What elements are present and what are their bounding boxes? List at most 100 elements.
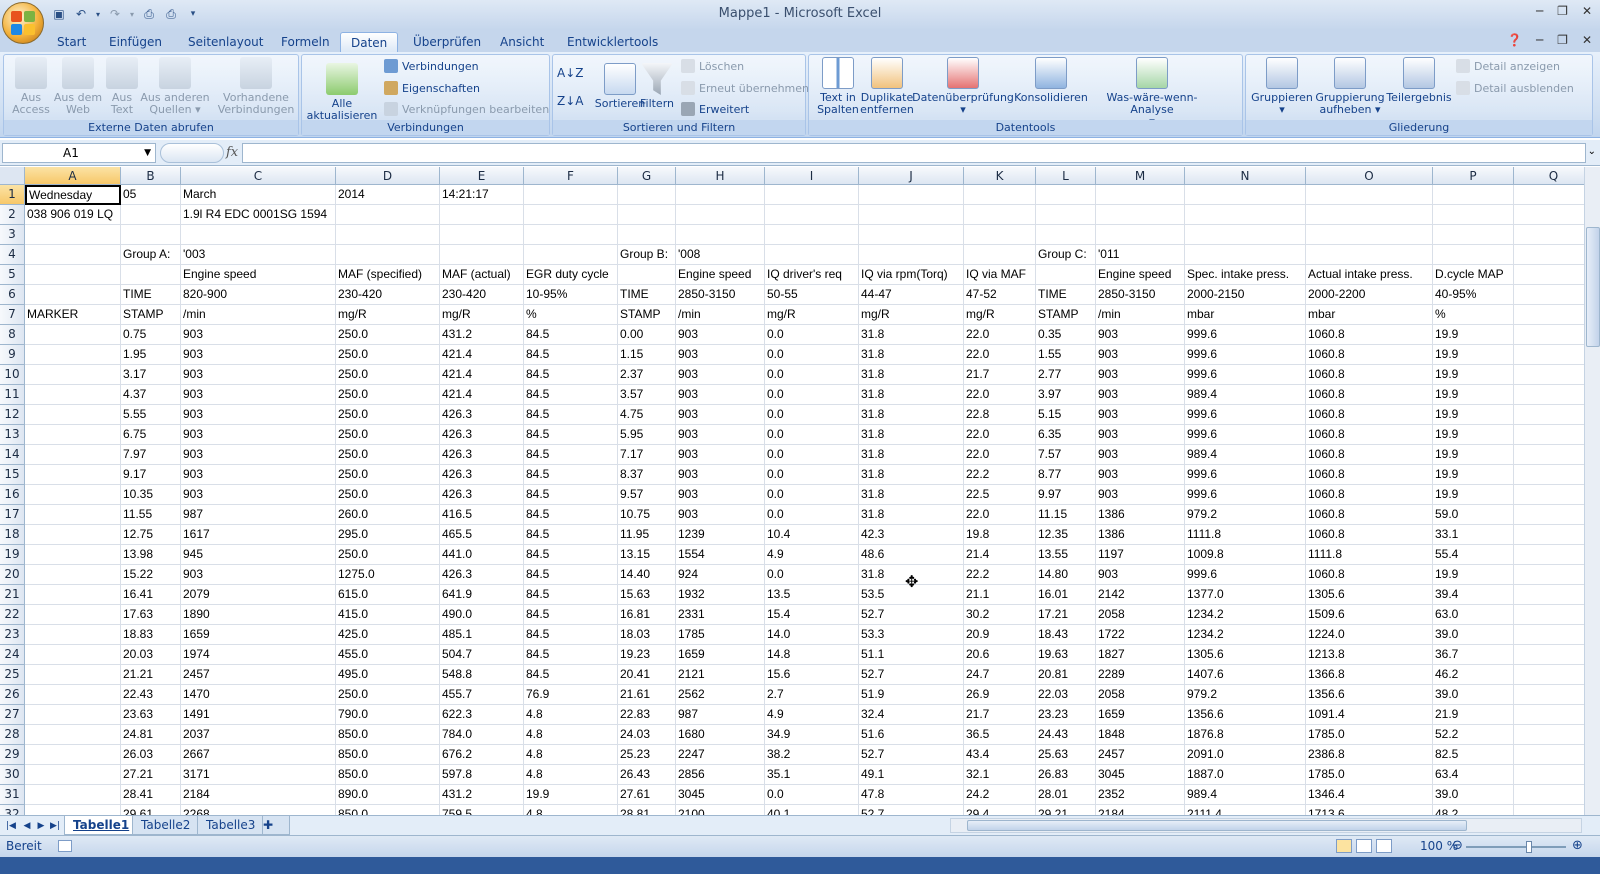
cell-f15[interactable]: 84.5: [524, 465, 618, 485]
cell-g2[interactable]: [618, 205, 676, 225]
cell-f9[interactable]: 84.5: [524, 345, 618, 365]
cell-q22[interactable]: [1514, 605, 1584, 625]
cell-b29[interactable]: 26.03: [121, 745, 181, 765]
cell-e17[interactable]: 416.5: [440, 505, 524, 525]
cell-g3[interactable]: [618, 225, 676, 245]
cell-c4[interactable]: '003: [181, 245, 336, 265]
cell-p30[interactable]: 63.4: [1433, 765, 1514, 785]
cell-h4[interactable]: '008: [676, 245, 765, 265]
cell-b11[interactable]: 4.37: [121, 385, 181, 405]
column-header-c[interactable]: C: [181, 167, 336, 185]
cell-b2[interactable]: [121, 205, 181, 225]
cell-g7[interactable]: STAMP: [618, 305, 676, 325]
cell-a3[interactable]: [25, 225, 121, 245]
cell-o22[interactable]: 1509.6: [1306, 605, 1433, 625]
cell-g23[interactable]: 18.03: [618, 625, 676, 645]
cell-d15[interactable]: 250.0: [336, 465, 440, 485]
cell-c2[interactable]: 1.9l R4 EDC 0001SG 1594: [181, 205, 336, 225]
cell-e28[interactable]: 784.0: [440, 725, 524, 745]
cell-q9[interactable]: [1514, 345, 1584, 365]
cell-h28[interactable]: 1680: [676, 725, 765, 745]
tab-start[interactable]: Start: [47, 32, 96, 52]
cell-i20[interactable]: 0.0: [765, 565, 859, 585]
cell-e21[interactable]: 641.9: [440, 585, 524, 605]
cell-p29[interactable]: 82.5: [1433, 745, 1514, 765]
cell-b1[interactable]: 05: [121, 185, 181, 205]
column-header-e[interactable]: E: [440, 167, 524, 185]
cell-g4[interactable]: Group B:: [618, 245, 676, 265]
cell-c15[interactable]: 903: [181, 465, 336, 485]
cell-l27[interactable]: 23.23: [1036, 705, 1096, 725]
formula-input[interactable]: [242, 143, 1586, 163]
cell-q13[interactable]: [1514, 425, 1584, 445]
cell-j18[interactable]: 42.3: [859, 525, 964, 545]
cell-q16[interactable]: [1514, 485, 1584, 505]
vertical-scrollbar[interactable]: [1584, 167, 1600, 815]
cell-d17[interactable]: 260.0: [336, 505, 440, 525]
name-box[interactable]: A1 ▼: [2, 143, 156, 163]
cell-g9[interactable]: 1.15: [618, 345, 676, 365]
cell-m23[interactable]: 1722: [1096, 625, 1185, 645]
cell-f10[interactable]: 84.5: [524, 365, 618, 385]
cell-c19[interactable]: 945: [181, 545, 336, 565]
cell-n6[interactable]: 2000-2150: [1185, 285, 1306, 305]
cell-k25[interactable]: 24.7: [964, 665, 1036, 685]
cell-d23[interactable]: 425.0: [336, 625, 440, 645]
cell-i6[interactable]: 50-55: [765, 285, 859, 305]
cell-g20[interactable]: 14.40: [618, 565, 676, 585]
cell-l19[interactable]: 13.55: [1036, 545, 1096, 565]
cell-h17[interactable]: 903: [676, 505, 765, 525]
cell-h22[interactable]: 2331: [676, 605, 765, 625]
cell-d11[interactable]: 250.0: [336, 385, 440, 405]
cell-h7[interactable]: /min: [676, 305, 765, 325]
cell-l15[interactable]: 8.77: [1036, 465, 1096, 485]
cell-l17[interactable]: 11.15: [1036, 505, 1096, 525]
cell-p1[interactable]: [1433, 185, 1514, 205]
cell-b19[interactable]: 13.98: [121, 545, 181, 565]
cell-a1[interactable]: Wednesday: [25, 185, 121, 205]
cell-q7[interactable]: [1514, 305, 1584, 325]
cell-l21[interactable]: 16.01: [1036, 585, 1096, 605]
cell-l29[interactable]: 25.63: [1036, 745, 1096, 765]
cell-l13[interactable]: 6.35: [1036, 425, 1096, 445]
remove-duplicates-button[interactable]: Duplikate entfernen: [859, 57, 915, 116]
cell-a22[interactable]: [25, 605, 121, 625]
cell-i22[interactable]: 15.4: [765, 605, 859, 625]
cell-g17[interactable]: 10.75: [618, 505, 676, 525]
cell-d18[interactable]: 295.0: [336, 525, 440, 545]
cell-d24[interactable]: 455.0: [336, 645, 440, 665]
cell-p27[interactable]: 21.9: [1433, 705, 1514, 725]
cell-l2[interactable]: [1036, 205, 1096, 225]
cell-b27[interactable]: 23.63: [121, 705, 181, 725]
vertical-scroll-thumb[interactable]: [1586, 227, 1600, 347]
cell-n21[interactable]: 1377.0: [1185, 585, 1306, 605]
cell-g11[interactable]: 3.57: [618, 385, 676, 405]
cell-c31[interactable]: 2184: [181, 785, 336, 805]
cell-a18[interactable]: [25, 525, 121, 545]
cell-c13[interactable]: 903: [181, 425, 336, 445]
cell-n1[interactable]: [1185, 185, 1306, 205]
cell-d25[interactable]: 495.0: [336, 665, 440, 685]
cell-f18[interactable]: 84.5: [524, 525, 618, 545]
cell-p32[interactable]: 48.2: [1433, 805, 1514, 815]
name-box-dropdown-icon[interactable]: ▼: [144, 144, 151, 162]
cell-g1[interactable]: [618, 185, 676, 205]
cell-d19[interactable]: 250.0: [336, 545, 440, 565]
cell-b17[interactable]: 11.55: [121, 505, 181, 525]
cell-n17[interactable]: 979.2: [1185, 505, 1306, 525]
cell-b32[interactable]: 29.61: [121, 805, 181, 815]
cell-d20[interactable]: 1275.0: [336, 565, 440, 585]
cell-g31[interactable]: 27.61: [618, 785, 676, 805]
cell-k29[interactable]: 43.4: [964, 745, 1036, 765]
cell-c21[interactable]: 2079: [181, 585, 336, 605]
cell-g21[interactable]: 15.63: [618, 585, 676, 605]
row-header-12[interactable]: 12: [0, 405, 25, 425]
cell-a9[interactable]: [25, 345, 121, 365]
cell-o11[interactable]: 1060.8: [1306, 385, 1433, 405]
cell-o28[interactable]: 1785.0: [1306, 725, 1433, 745]
cell-n23[interactable]: 1234.2: [1185, 625, 1306, 645]
cell-m25[interactable]: 2289: [1096, 665, 1185, 685]
cell-e7[interactable]: mg/R: [440, 305, 524, 325]
insert-sheet-icon[interactable]: ✚: [262, 816, 290, 835]
cell-c24[interactable]: 1974: [181, 645, 336, 665]
